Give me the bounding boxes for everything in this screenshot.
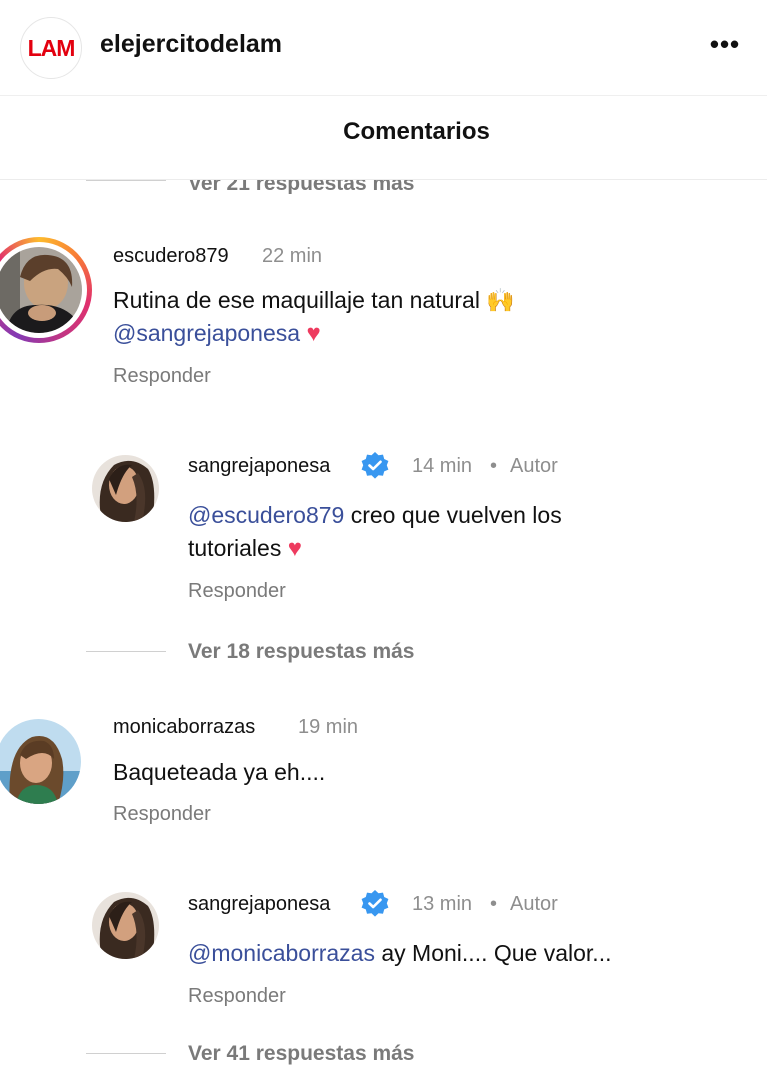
more-options-icon[interactable]: ••• — [703, 22, 747, 66]
comment-username[interactable]: escudero879 — [113, 245, 229, 268]
reply-time: 14 min — [412, 455, 473, 477]
comment-body: Rutina de ese maquillaje tan natural — [113, 287, 480, 313]
avatar-photo — [92, 455, 159, 522]
verified-badge-icon — [361, 890, 389, 917]
reply-text: @monicaborrazas ay Moni.... Que valor... — [188, 937, 611, 970]
account-avatar-logo[interactable]: LAM — [20, 17, 82, 79]
reply-body: creo que vuelven los — [350, 502, 562, 528]
mention-link[interactable]: @escudero879 — [188, 502, 344, 528]
heart-emoji: ♥ — [287, 535, 302, 562]
view-more-replies-link[interactable]: Ver 21 respuestas más — [188, 180, 415, 194]
mention-link[interactable]: @monicaborrazas — [188, 940, 375, 966]
logo-text: LAM — [27, 34, 76, 61]
heart-emoji: ♥ — [306, 320, 321, 347]
avatar[interactable] — [92, 455, 159, 522]
reply-username[interactable]: sangrejaponesa — [188, 455, 330, 478]
mention-link[interactable]: @sangrejaponesa — [113, 320, 300, 346]
avatar — [0, 247, 82, 333]
comment-username[interactable]: monicaborrazas — [113, 716, 255, 739]
reply-button[interactable]: Responder — [188, 985, 286, 1008]
raised-hands-emoji: 🙌 — [486, 287, 515, 313]
avatar[interactable] — [0, 719, 81, 804]
reply-body: ay Moni.... Que valor... — [381, 940, 612, 966]
comment-time: 19 min — [298, 716, 359, 738]
reply-button[interactable]: Responder — [113, 365, 211, 388]
verified-badge-icon — [361, 452, 389, 479]
thread-line — [86, 180, 166, 181]
comment-time: 22 min — [262, 245, 323, 267]
top-bar: LAM elejercitodelam ••• — [0, 0, 767, 96]
avatar-photo — [92, 892, 159, 959]
separator-dot: • — [490, 893, 498, 915]
thread-line — [86, 651, 166, 652]
story-ring[interactable] — [0, 237, 92, 343]
view-more-replies-link[interactable]: Ver 41 respuestas más — [188, 1042, 415, 1066]
separator-dot: • — [490, 455, 498, 477]
reply-button[interactable]: Responder — [188, 580, 286, 603]
avatar-photo — [0, 719, 81, 804]
clipped-region: Ver 21 respuestas más — [0, 180, 767, 194]
avatar-photo — [0, 247, 82, 333]
reply-text: @escudero879 creo que vuelven los tutori… — [188, 499, 562, 565]
reply-time: 13 min — [412, 893, 473, 915]
account-name[interactable]: elejercitodelam — [100, 30, 282, 59]
thread-line — [86, 1053, 166, 1054]
avatar[interactable] — [92, 892, 159, 959]
reply-body-line2: tutoriales — [188, 535, 282, 561]
reply-username[interactable]: sangrejaponesa — [188, 893, 330, 916]
author-label: Autor — [510, 455, 558, 477]
view-more-replies-link[interactable]: Ver 18 respuestas más — [188, 640, 415, 664]
comment-text: Baqueteada ya eh.... — [113, 759, 326, 785]
page-title: Comentarios — [343, 118, 490, 145]
reply-button[interactable]: Responder — [113, 803, 211, 826]
comment-text: Rutina de ese maquillaje tan natural 🙌 @… — [113, 284, 515, 350]
author-label: Autor — [510, 893, 558, 915]
